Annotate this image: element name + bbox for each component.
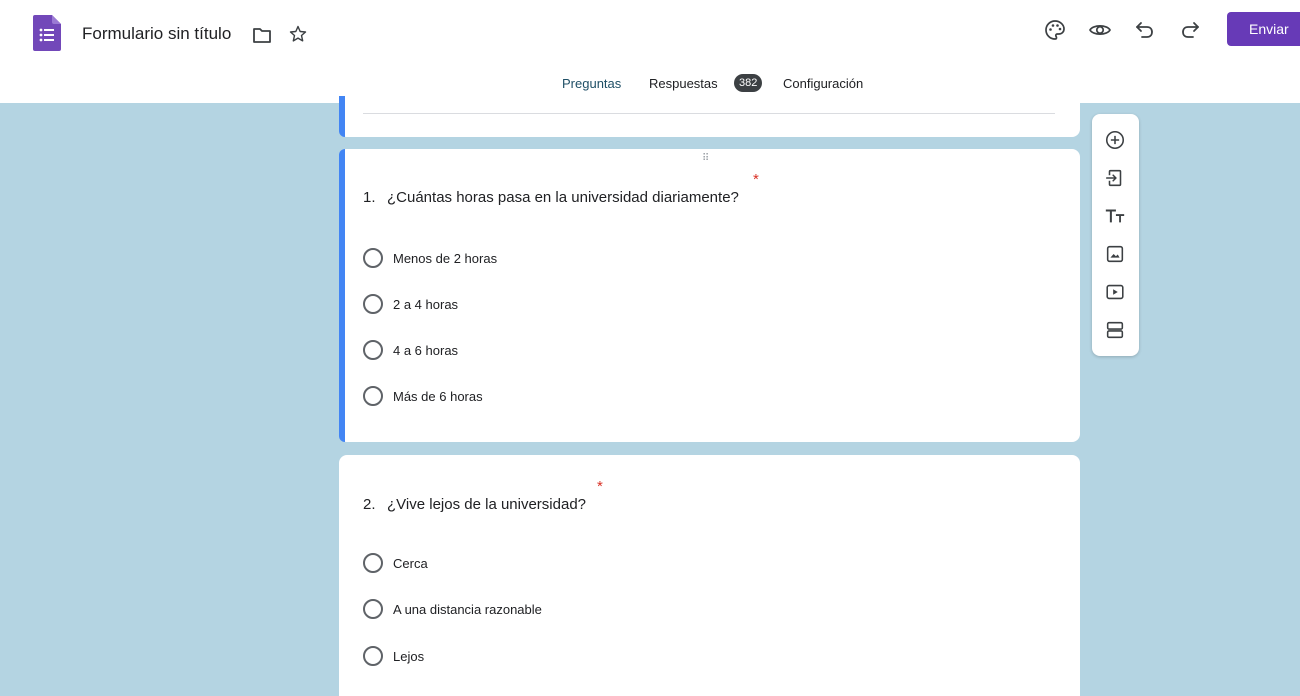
form-header-card[interactable] (339, 96, 1080, 137)
radio-button[interactable] (363, 599, 383, 619)
tab-settings-label: Configuración (783, 76, 864, 91)
question-number: 1. (363, 189, 376, 206)
question-text: ¿Cuántas horas pasa en la universidad di… (387, 189, 739, 206)
radio-button[interactable] (363, 386, 383, 406)
option-label: Menos de 2 horas (393, 250, 498, 266)
tab-responses-label: Respuestas (649, 76, 718, 91)
add-video-button[interactable] (1103, 280, 1127, 304)
preview-eye-icon[interactable] (1088, 18, 1112, 42)
question-text: ¿Vive lejos de la universidad? (387, 496, 587, 513)
option-label: Lejos (393, 648, 425, 664)
option-label: 4 a 6 horas (393, 342, 459, 358)
add-video-icon (1106, 284, 1124, 300)
add-section-icon (1106, 321, 1124, 339)
option-item[interactable]: Menos de 2 horas (363, 248, 497, 268)
form-title[interactable]: Formulario sin título (82, 24, 231, 44)
required-asterisk: * (597, 478, 603, 495)
top-bar: Formulario sin título Enviar Preguntas R… (0, 0, 1300, 103)
responses-count-badge: 382 (734, 74, 763, 92)
radio-button[interactable] (363, 553, 383, 573)
undo-icon[interactable] (1133, 18, 1157, 42)
option-item[interactable]: Más de 6 horas (363, 386, 483, 406)
add-question-icon (1105, 130, 1125, 150)
focus-accent-bar (339, 149, 345, 442)
star-icon[interactable] (288, 24, 308, 44)
drag-handle-icon[interactable]: ⠿ (702, 153, 710, 164)
option-item[interactable]: 2 a 4 horas (363, 294, 458, 314)
import-questions-button[interactable] (1103, 166, 1127, 190)
radio-button[interactable] (363, 248, 383, 268)
question-title: 1. ¿Cuántas horas pasa en la universidad … (363, 189, 739, 206)
question-number: 2. (363, 496, 376, 513)
option-label: Cerca (393, 555, 428, 571)
send-button[interactable]: Enviar (1227, 12, 1300, 46)
forms-logo-icon[interactable] (33, 15, 61, 51)
tab-questions-label: Preguntas (562, 76, 622, 91)
option-item[interactable]: 4 a 6 horas (363, 340, 458, 360)
option-label: Más de 6 horas (393, 388, 483, 404)
question-card-1[interactable]: ⠿ 1. ¿Cuántas horas pasa en la universida… (339, 149, 1080, 442)
question-toolbar (1092, 114, 1139, 356)
add-title-icon (1105, 209, 1125, 223)
add-section-button[interactable] (1103, 318, 1127, 342)
radio-button[interactable] (363, 340, 383, 360)
add-question-button[interactable] (1103, 128, 1127, 152)
option-item[interactable]: Cerca (363, 553, 428, 573)
option-label: 2 a 4 horas (393, 296, 459, 312)
radio-button[interactable] (363, 646, 383, 666)
redo-icon[interactable] (1178, 18, 1202, 42)
add-image-button[interactable] (1103, 242, 1127, 266)
question-title: 2. ¿Vive lejos de la universidad? (363, 496, 586, 513)
question-card-2[interactable]: 2. ¿Vive lejos de la universidad? * Cerca… (339, 455, 1080, 696)
radio-button[interactable] (363, 294, 383, 314)
required-asterisk: * (753, 171, 759, 188)
add-title-button[interactable] (1103, 204, 1127, 228)
description-underline (363, 113, 1055, 114)
add-image-icon (1106, 245, 1124, 263)
option-label: A una distancia razonable (393, 601, 542, 617)
option-item[interactable]: A una distancia razonable (363, 599, 542, 619)
focus-accent-bar (339, 96, 345, 137)
option-item[interactable]: Lejos (363, 646, 424, 666)
import-questions-icon (1105, 169, 1122, 187)
palette-icon[interactable] (1043, 18, 1067, 42)
folder-icon[interactable] (252, 26, 272, 44)
